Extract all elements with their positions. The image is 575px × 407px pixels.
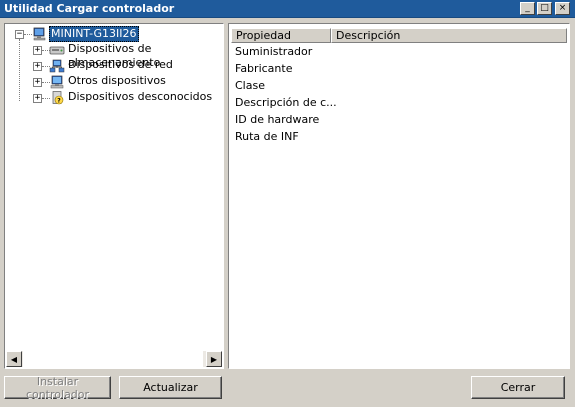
column-header-property[interactable]: Propiedad bbox=[231, 28, 331, 43]
tree-item-other[interactable]: Otros dispositivos bbox=[67, 74, 167, 88]
minimize-icon: _ bbox=[525, 3, 530, 13]
expand-icon[interactable]: + bbox=[33, 62, 42, 71]
arrow-right-icon: ▶ bbox=[210, 354, 218, 364]
list-item[interactable]: Fabricante bbox=[235, 62, 292, 76]
scroll-right-button[interactable]: ▶ bbox=[206, 351, 222, 367]
title-bar: Utilidad Cargar controlador _ □ × bbox=[0, 0, 575, 18]
storage-icon bbox=[49, 46, 65, 55]
maximize-icon: □ bbox=[540, 3, 549, 13]
horizontal-scrollbar[interactable]: ◀ ▶ bbox=[6, 351, 222, 367]
maximize-button[interactable]: □ bbox=[537, 2, 552, 15]
list-item[interactable]: Ruta de INF bbox=[235, 130, 299, 144]
close-button[interactable]: Cerrar bbox=[471, 376, 565, 399]
refresh-button[interactable]: Actualizar bbox=[119, 376, 222, 399]
property-list[interactable]: Propiedad Descripción Suministrador Fabr… bbox=[228, 23, 570, 369]
minimize-button[interactable]: _ bbox=[520, 2, 535, 15]
device-tree[interactable]: − MININT-G13II26 + Dispositivos de almac… bbox=[4, 23, 224, 369]
tree-root-label[interactable]: MININT-G13II26 bbox=[49, 26, 139, 42]
network-icon bbox=[49, 59, 65, 73]
close-window-button[interactable]: × bbox=[555, 2, 570, 15]
arrow-left-icon: ◀ bbox=[10, 354, 18, 364]
list-item[interactable]: Suministrador bbox=[235, 45, 312, 59]
install-driver-button[interactable]: Instalar controlador bbox=[4, 375, 111, 401]
other-devices-icon bbox=[50, 75, 64, 89]
window-title: Utilidad Cargar controlador bbox=[4, 2, 175, 15]
scroll-thumb[interactable] bbox=[23, 351, 203, 367]
scroll-left-button[interactable]: ◀ bbox=[6, 351, 22, 367]
expand-icon[interactable]: + bbox=[33, 94, 42, 103]
expand-icon[interactable]: + bbox=[33, 46, 42, 55]
tree-line bbox=[24, 34, 32, 35]
list-item[interactable]: Descripción de c... bbox=[235, 96, 337, 110]
tree-item-unknown[interactable]: Dispositivos desconocidos bbox=[67, 90, 213, 104]
tree-line bbox=[19, 39, 20, 101]
collapse-icon[interactable]: − bbox=[15, 30, 24, 39]
expand-icon[interactable]: + bbox=[33, 78, 42, 87]
list-item[interactable]: Clase bbox=[235, 79, 265, 93]
tree-item-network[interactable]: Dispositivos de red bbox=[67, 58, 174, 72]
unknown-device-icon: ? bbox=[52, 91, 64, 104]
column-header-description[interactable]: Descripción bbox=[331, 28, 567, 43]
close-icon: × bbox=[558, 3, 567, 13]
svg-text:?: ? bbox=[57, 97, 61, 104]
computer-icon bbox=[33, 27, 46, 41]
list-item[interactable]: ID de hardware bbox=[235, 113, 319, 127]
